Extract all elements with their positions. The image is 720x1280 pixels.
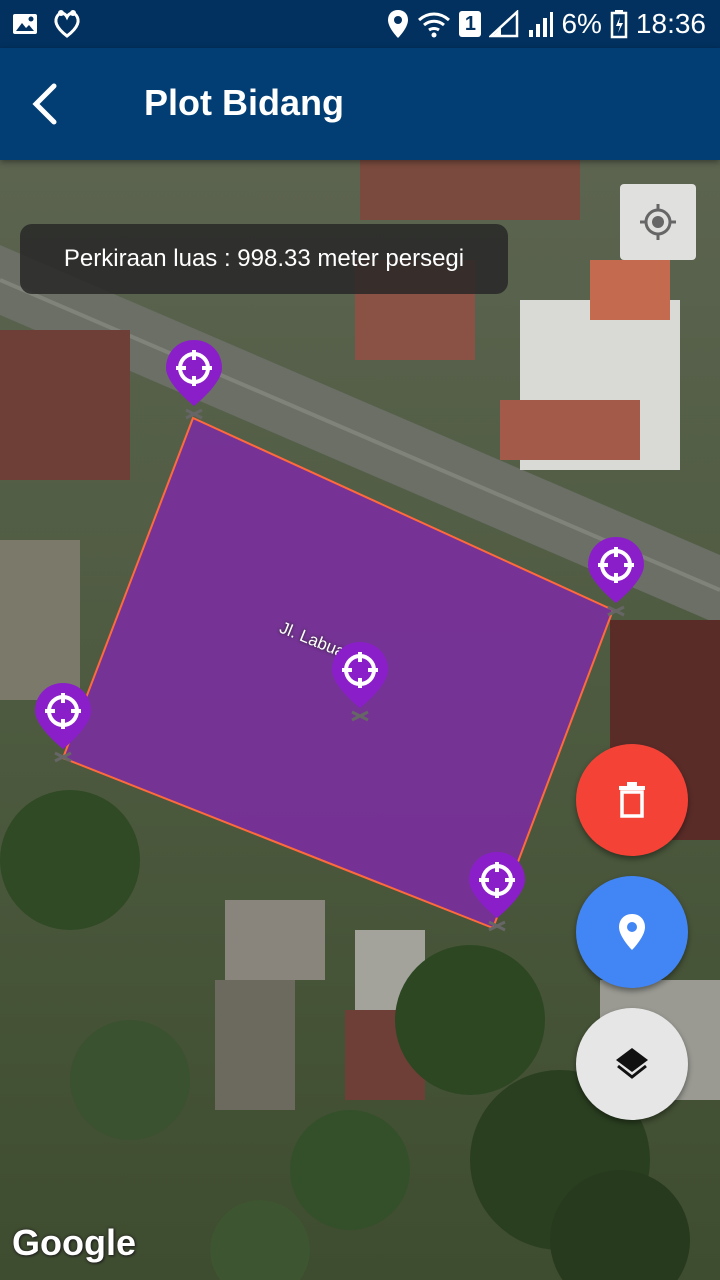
page-title: Plot Bidang — [144, 82, 344, 123]
delete-button[interactable] — [576, 744, 688, 856]
back-arrow-icon — [32, 83, 57, 125]
vertex-marker[interactable] — [586, 535, 646, 617]
area-estimate: Perkiraan luas : 998.33 meter persegi — [20, 224, 508, 294]
signal-bars-icon — [529, 12, 554, 37]
google-attribution: Google — [12, 1222, 136, 1263]
center-marker[interactable] — [330, 640, 390, 722]
crosshair-icon — [640, 204, 676, 240]
vertex-marker[interactable] — [33, 681, 93, 763]
add-point-button[interactable] — [576, 876, 688, 988]
crosshair-pin-icon — [588, 537, 644, 617]
my-location-button[interactable] — [620, 184, 696, 260]
vertex-marker[interactable] — [164, 338, 224, 420]
wifi-icon — [418, 12, 451, 38]
back-button[interactable] — [24, 78, 72, 130]
location-icon — [388, 10, 409, 38]
location-pin-icon — [619, 914, 645, 950]
layers-icon — [616, 1048, 648, 1079]
battery-icon — [610, 10, 628, 39]
signal-icon — [489, 10, 519, 38]
app-notification-icon — [54, 10, 80, 38]
crosshair-pin-icon — [469, 852, 525, 932]
status-bar: 1 6% 18:36 — [0, 0, 720, 48]
battery-percent: 6% — [561, 8, 602, 39]
crosshair-pin-icon — [166, 340, 222, 420]
clock: 18:36 — [635, 8, 706, 39]
crosshair-pin-icon — [35, 683, 91, 763]
gallery-icon — [13, 14, 37, 34]
vertex-marker[interactable] — [467, 850, 527, 932]
sim-badge: 1 — [459, 11, 482, 37]
crosshair-pin-icon — [332, 642, 388, 722]
map-layers-button[interactable] — [576, 1008, 688, 1120]
app-bar: Plot Bidang — [0, 48, 720, 160]
trash-icon — [619, 782, 645, 818]
